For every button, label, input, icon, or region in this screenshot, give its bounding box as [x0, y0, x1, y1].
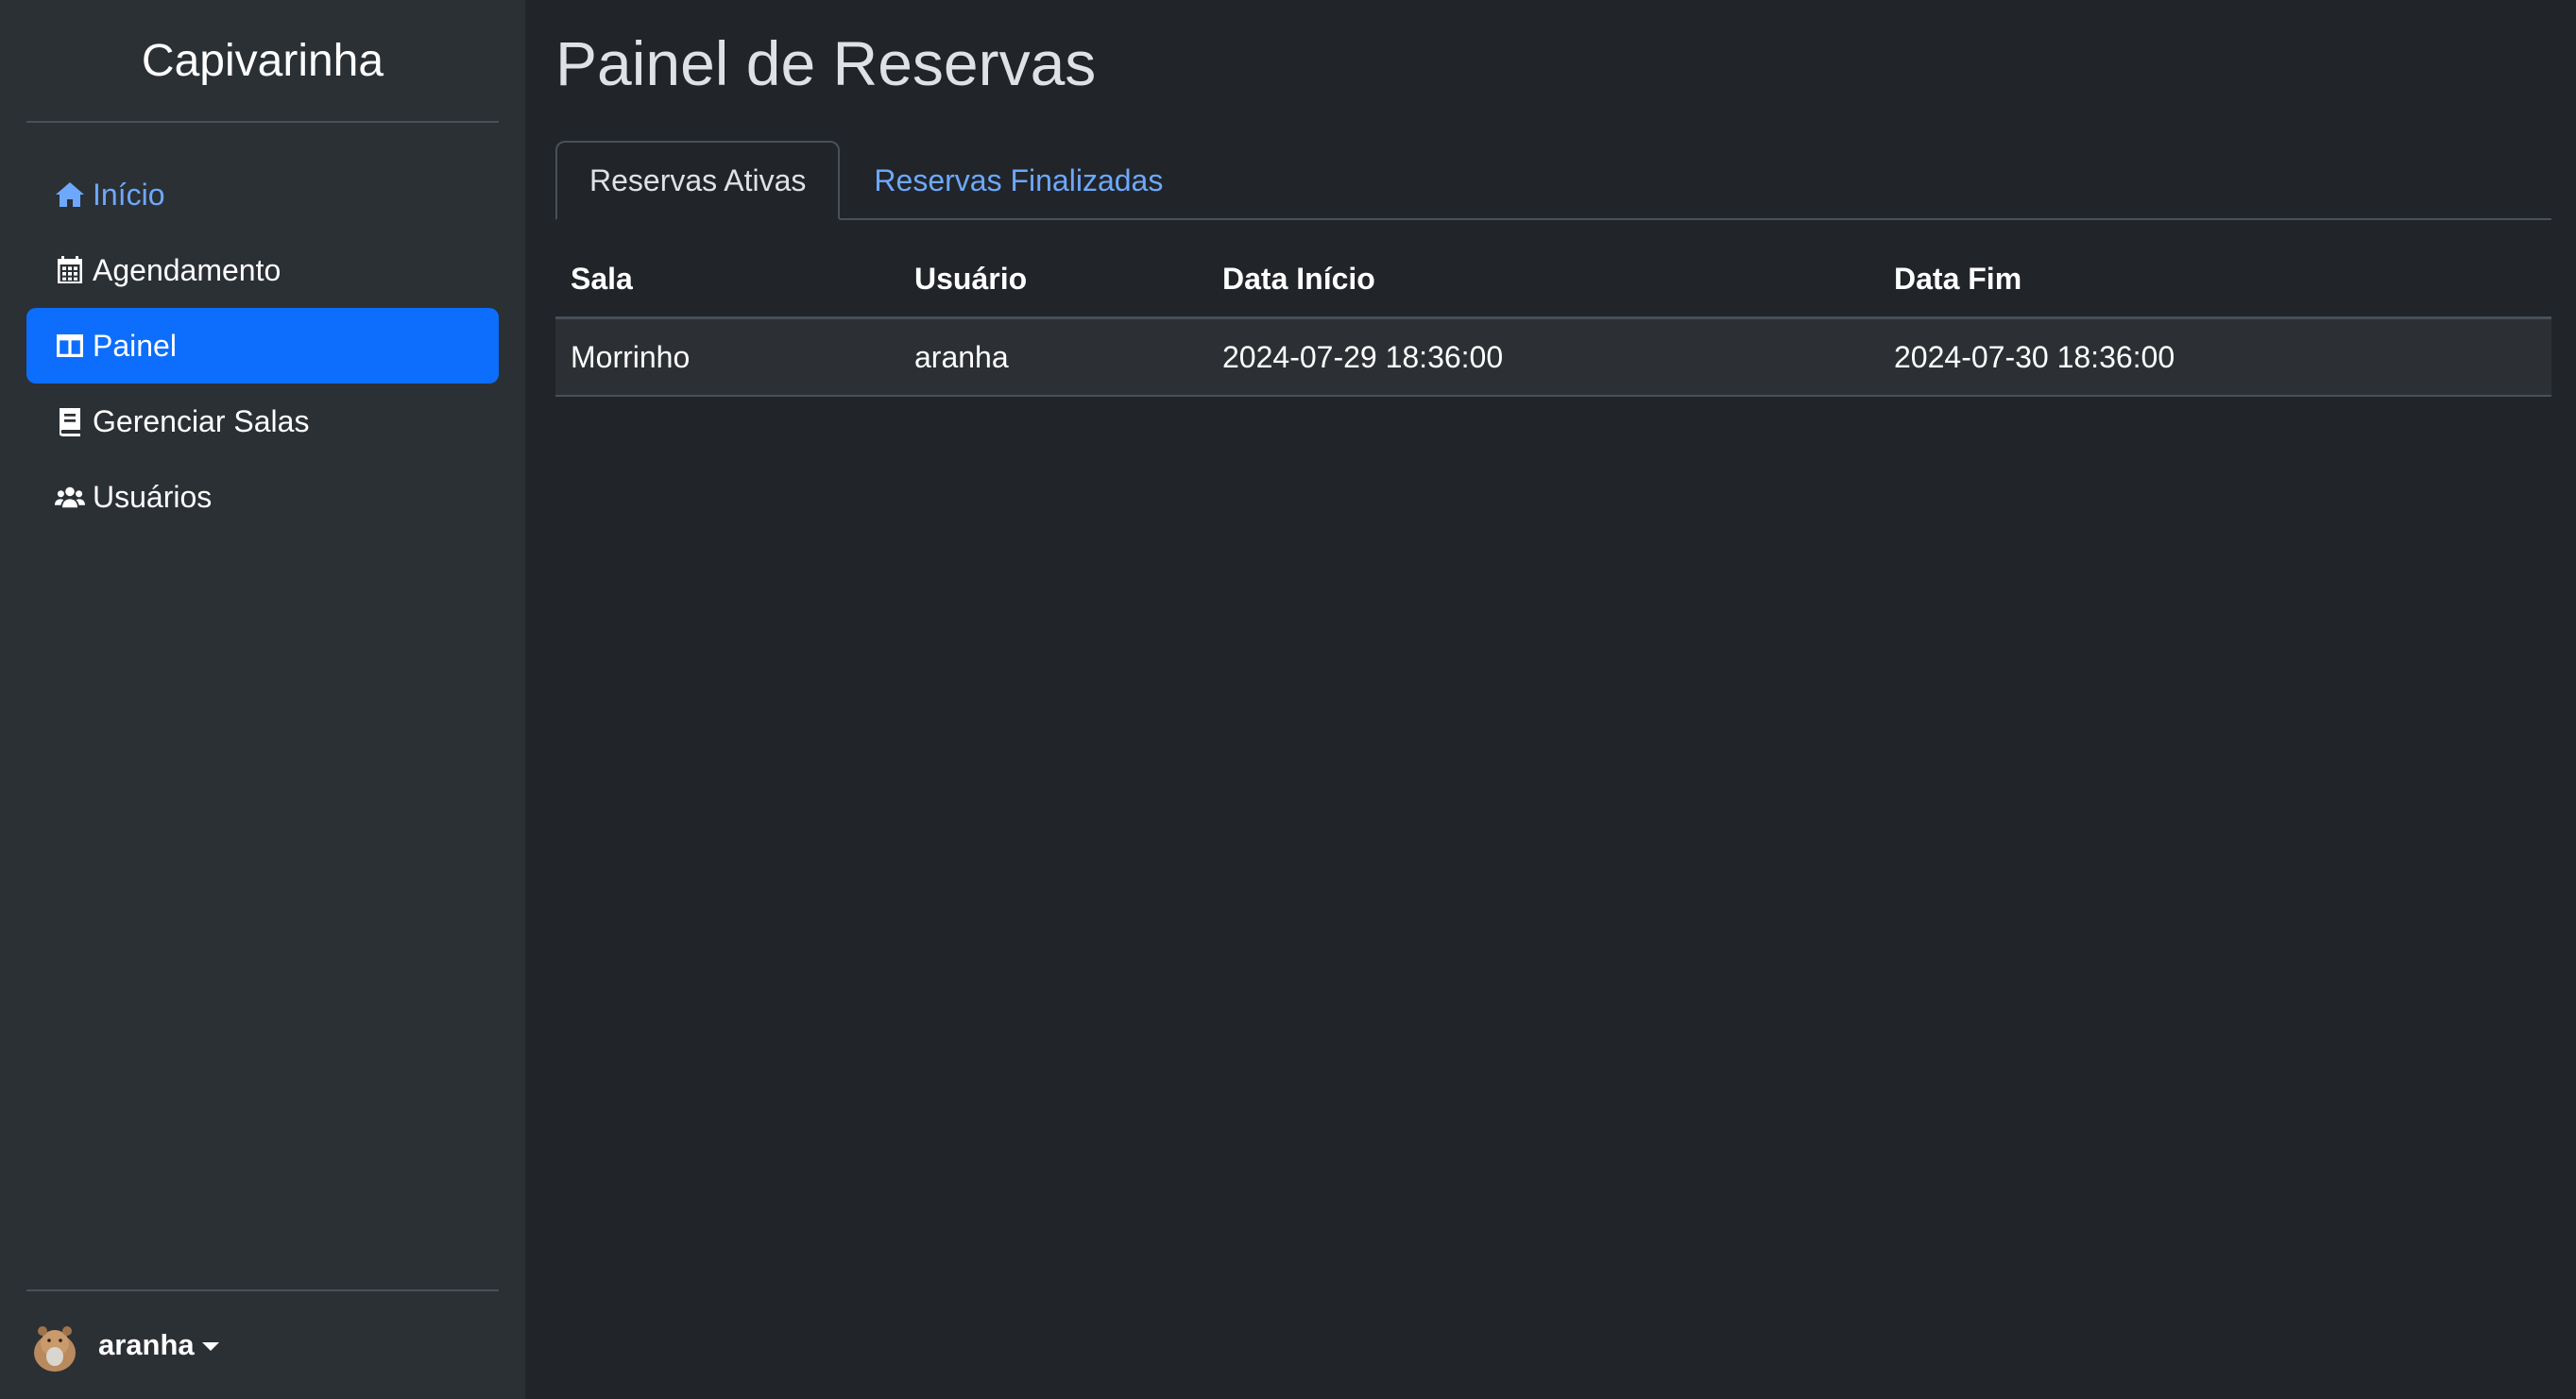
sidebar-item-agendamento[interactable]: Agendamento — [26, 232, 499, 308]
app: Capivarinha Início Agendamento Painel Ge… — [0, 0, 2576, 1399]
username: aranha — [98, 1328, 195, 1361]
tab-reservas-ativas[interactable]: Reservas Ativas — [555, 141, 841, 220]
cell-data-fim: 2024-07-30 18:36:00 — [1879, 317, 2551, 397]
sidebar-item-label: Início — [93, 177, 165, 212]
caret-down-icon — [201, 1341, 219, 1351]
sidebar-item-label: Painel — [93, 328, 177, 363]
tab-reservas-finalizadas[interactable]: Reservas Finalizadas — [840, 141, 1197, 220]
panel-icon — [55, 331, 85, 361]
column-header-usuario: Usuário — [899, 241, 1207, 319]
sidebar: Capivarinha Início Agendamento Painel Ge… — [0, 0, 525, 1399]
main-content: Painel de Reservas Reservas Ativas Reser… — [525, 0, 2576, 1399]
sidebar-item-label: Gerenciar Salas — [93, 403, 310, 438]
house-icon — [55, 179, 85, 210]
sidebar-item-usuarios[interactable]: Usuários — [26, 459, 499, 535]
sidebar-item-inicio[interactable]: Início — [26, 157, 499, 232]
book-icon — [55, 406, 85, 436]
users-icon — [55, 482, 85, 512]
calendar-icon — [55, 255, 85, 285]
sidebar-divider — [26, 121, 499, 123]
table-row: Morrinho aranha 2024-07-29 18:36:00 2024… — [555, 317, 2551, 397]
sidebar-item-label: Usuários — [93, 479, 213, 514]
cell-data-inicio: 2024-07-29 18:36:00 — [1207, 317, 1879, 397]
sidebar-item-gerenciar-salas[interactable]: Gerenciar Salas — [26, 384, 499, 459]
column-header-data-fim: Data Fim — [1879, 241, 2551, 319]
sidebar-item-painel[interactable]: Painel — [26, 308, 499, 384]
cell-usuario: aranha — [899, 317, 1207, 397]
reservations-table: Sala Usuário Data Início Data Fim Morrin… — [555, 241, 2551, 397]
cell-sala: Morrinho — [555, 317, 899, 397]
user-menu-dropdown[interactable]: aranha — [26, 1291, 499, 1399]
table-header-row: Sala Usuário Data Início Data Fim — [555, 241, 2551, 319]
page-title: Painel de Reservas — [555, 28, 1097, 98]
tabs: Reservas Ativas Reservas Finalizadas — [555, 141, 2551, 220]
column-header-sala: Sala — [555, 241, 899, 319]
sidebar-item-label: Agendamento — [93, 252, 281, 287]
brand-title[interactable]: Capivarinha — [26, 0, 499, 121]
column-header-data-inicio: Data Início — [1207, 241, 1879, 319]
avatar — [26, 1317, 83, 1373]
sidebar-footer: aranha — [26, 1289, 499, 1399]
sidebar-nav: Início Agendamento Painel Gerenciar Sala… — [26, 157, 499, 535]
